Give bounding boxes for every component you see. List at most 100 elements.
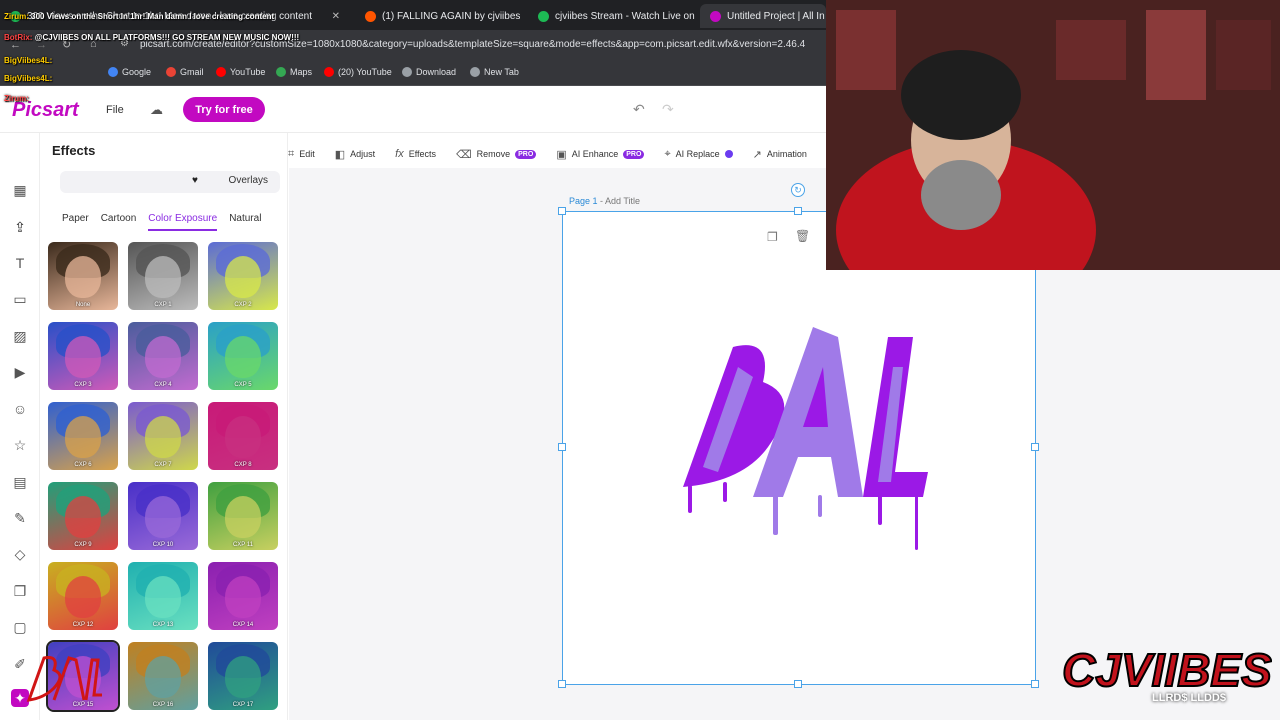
- file-menu[interactable]: File: [106, 104, 124, 116]
- video-icon[interactable]: ▶: [11, 363, 29, 381]
- effect-thumbnail[interactable]: CXP 2: [208, 242, 278, 310]
- tool-animation[interactable]: ↗ Animation: [753, 148, 807, 161]
- sticker-icon[interactable]: ☺: [11, 400, 29, 418]
- effect-thumbnail[interactable]: CXP 11: [208, 482, 278, 550]
- templates-icon[interactable]: ❐: [11, 582, 29, 600]
- forward-icon[interactable]: →: [36, 39, 47, 51]
- bookmark-youtube[interactable]: YouTube: [216, 67, 265, 77]
- rotate-handle-icon[interactable]: ↻: [791, 183, 805, 197]
- tool-adjust[interactable]: ◧ Adjust: [335, 148, 375, 161]
- tool-ai-enhance[interactable]: ▣ AI Enhance PRO: [556, 148, 645, 161]
- resize-handle[interactable]: [1031, 680, 1039, 688]
- crop-icon: ⌗: [288, 147, 295, 160]
- brush-icon[interactable]: ✎: [11, 509, 29, 527]
- category-color-exposure[interactable]: Color Exposure: [148, 213, 218, 231]
- undo-icon[interactable]: ↶: [633, 101, 645, 118]
- preview-face: [225, 416, 261, 458]
- browser-tab-active[interactable]: Untitled Project | All In One: [700, 4, 826, 28]
- layout-icon[interactable]: ▭: [11, 290, 29, 308]
- effect-thumbnail[interactable]: CXP 16: [128, 642, 198, 710]
- poster: [836, 10, 896, 90]
- tool-remove[interactable]: ⌫ Remove PRO: [456, 148, 537, 161]
- bookmark-google[interactable]: Google: [108, 67, 151, 77]
- preview-face: [145, 336, 181, 378]
- tool-ai-replace[interactable]: ⌖ AI Replace: [664, 148, 733, 161]
- effect-thumbnail[interactable]: CXP 8: [208, 402, 278, 470]
- bookmark-gmail[interactable]: Gmail: [166, 67, 204, 77]
- grid-icon[interactable]: ▦: [11, 181, 29, 199]
- effect-thumbnail[interactable]: CXP 12: [48, 562, 118, 630]
- star-icon[interactable]: ☆: [11, 436, 29, 454]
- effect-thumbnail[interactable]: CXP 10: [128, 482, 198, 550]
- home-icon[interactable]: ⌂: [90, 38, 97, 50]
- tag-stroke: [26, 656, 102, 702]
- effect-thumbnail[interactable]: CXP 7: [128, 402, 198, 470]
- upload-icon[interactable]: ⇪: [11, 218, 29, 236]
- effect-thumbnail[interactable]: CXP 1: [128, 242, 198, 310]
- resize-handle[interactable]: [558, 443, 566, 451]
- category-cartoon[interactable]: Cartoon: [101, 213, 137, 231]
- effect-thumbnail[interactable]: CXP 14: [208, 562, 278, 630]
- cloud-save-icon[interactable]: ☁: [150, 102, 163, 118]
- heart-icon[interactable]: ♥: [192, 175, 198, 186]
- tool-effects[interactable]: fx Effects: [395, 148, 436, 160]
- reload-icon[interactable]: ↻: [62, 38, 71, 51]
- category-natural[interactable]: Natural: [229, 213, 261, 231]
- bookmark-download[interactable]: Download: [402, 67, 456, 77]
- preview-face: [225, 576, 261, 618]
- microphone: [921, 160, 1001, 230]
- effect-thumbnail[interactable]: CXP 4: [128, 322, 198, 390]
- tool-edit[interactable]: ⌗ Edit: [288, 148, 315, 161]
- redo-icon[interactable]: ↷: [662, 101, 674, 118]
- graffiti-artwork[interactable]: [663, 307, 943, 567]
- preview-face: [145, 656, 181, 698]
- add-title-field[interactable]: Add Title: [605, 196, 640, 206]
- resize-handle[interactable]: [1031, 443, 1039, 451]
- new-dot-icon: [724, 150, 733, 158]
- resize-handle[interactable]: [794, 680, 802, 688]
- shapes-icon[interactable]: ◇: [11, 545, 29, 563]
- resize-handle[interactable]: [558, 207, 566, 215]
- back-icon[interactable]: ←: [10, 39, 21, 51]
- browser-tab[interactable]: cjviibes Stream - Watch Live on ✕: [528, 4, 698, 28]
- try-for-free-button[interactable]: Try for free: [183, 97, 265, 122]
- browser-tab[interactable]: 300 Views on the Short In 1hr! Man damn …: [0, 4, 350, 28]
- url-field[interactable]: picsart.com/create/editor?customSize=108…: [140, 39, 805, 50]
- bookmark-new-tab[interactable]: New Tab: [470, 67, 519, 77]
- effect-label: CXP 11: [232, 542, 254, 548]
- effect-thumbnail[interactable]: CXP 6: [48, 402, 118, 470]
- tool-label: Edit: [299, 149, 315, 159]
- photos-icon[interactable]: ▨: [11, 327, 29, 345]
- tab-favicon-icon: [538, 10, 549, 22]
- effect-thumbnail[interactable]: None: [48, 242, 118, 310]
- maps-icon: [276, 67, 286, 77]
- tab-favicon-icon: [710, 10, 721, 22]
- overlays-tab[interactable]: Overlays: [229, 175, 268, 186]
- browser-tab[interactable]: (1) FALLING AGAIN by cjviibes ✕: [355, 4, 525, 28]
- picsart-logo[interactable]: Picsart: [12, 99, 79, 122]
- resize-handle[interactable]: [794, 207, 802, 215]
- effect-thumbnail[interactable]: CXP 13: [128, 562, 198, 630]
- tab-close-icon[interactable]: ✕: [332, 11, 340, 22]
- effect-label: CXP 12: [72, 622, 94, 628]
- background-icon[interactable]: ▤: [11, 473, 29, 491]
- effect-thumbnail[interactable]: CXP 17: [208, 642, 278, 710]
- effect-thumbnail[interactable]: CXP 9: [48, 482, 118, 550]
- poster: [1146, 10, 1206, 100]
- enhance-icon: ▣: [556, 148, 567, 161]
- beanie: [901, 50, 1021, 140]
- resize-handle[interactable]: [558, 680, 566, 688]
- site-info-icon[interactable]: ⚙: [120, 38, 129, 49]
- effect-thumbnail[interactable]: CXP 3: [48, 322, 118, 390]
- category-paper[interactable]: Paper: [62, 213, 89, 231]
- preview-face: [145, 496, 181, 538]
- effect-thumbnail[interactable]: CXP 5: [208, 322, 278, 390]
- bookmark-youtube-20[interactable]: (20) YouTube: [324, 67, 392, 77]
- text-icon[interactable]: T: [11, 254, 29, 272]
- delete-icon[interactable]: 🗑: [795, 229, 810, 243]
- duplicate-icon[interactable]: ❐: [767, 230, 778, 244]
- folder-icon[interactable]: ▢: [11, 618, 29, 636]
- tool-label: Remove: [476, 149, 511, 159]
- artboard[interactable]: ❐ 🗑: [562, 211, 1036, 685]
- bookmark-maps[interactable]: Maps: [276, 67, 312, 77]
